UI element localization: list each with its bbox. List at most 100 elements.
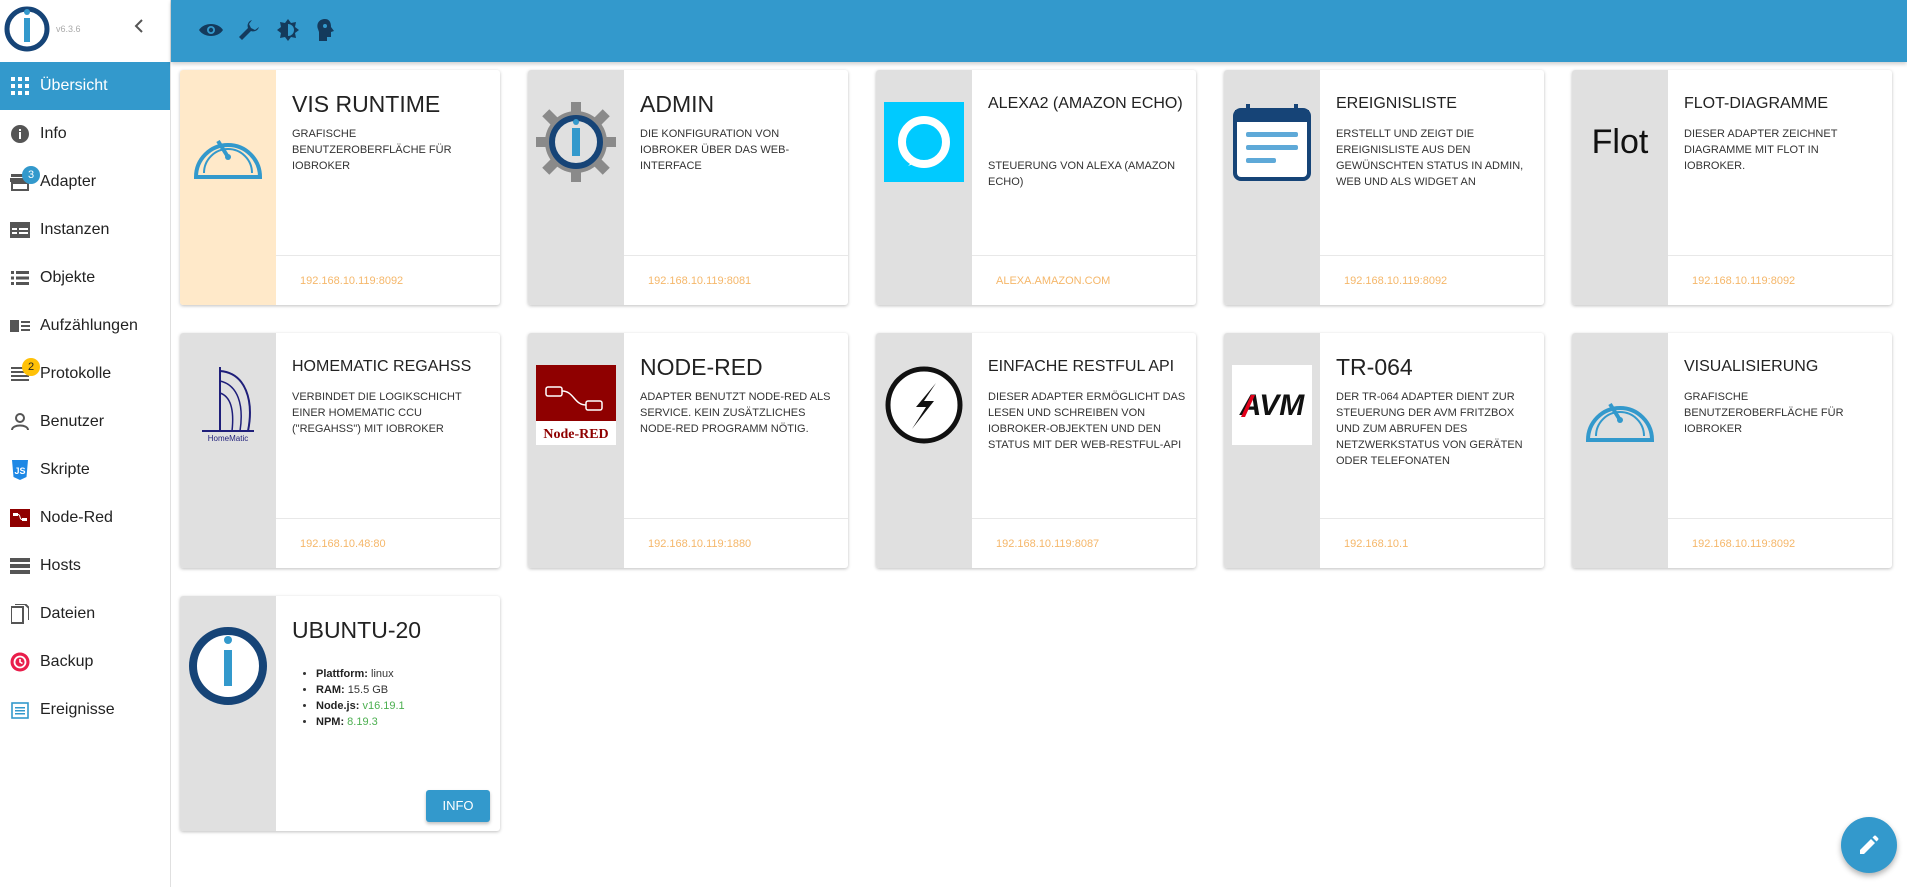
card-tr-064[interactable]: AVM TR-064 Der TR-064 Adapter dient zur … (1224, 333, 1544, 568)
calendar-icon (1232, 102, 1312, 182)
sidebar-item-hosts[interactable]: Hosts (0, 542, 170, 590)
card-icon-panel (180, 596, 276, 831)
card-link[interactable]: 192.168.10.119:8087 (996, 538, 1099, 550)
card-title: ADMIN (640, 91, 715, 117)
card-body: UBUNTU-20 Plattform: linux RAM: 15.5 GB … (276, 596, 500, 831)
gauge-icon (1580, 373, 1660, 453)
card-description: Die Konfiguration von ioBroker über das … (640, 128, 790, 172)
card-admin[interactable]: ADMIN Die Konfiguration von ioBroker übe… (528, 70, 848, 305)
node-red-logo-text: Node-RED (543, 427, 608, 442)
card-vis-runtime[interactable]: VIS RUNTIME Grafische Benutzeroberfläche… (180, 70, 500, 305)
collapse-sidebar-button[interactable] (128, 18, 150, 40)
sidebar-header: v6.3.6 (0, 0, 170, 62)
sidebar-item-info[interactable]: Info (0, 110, 170, 158)
card-icon-panel (1572, 333, 1668, 568)
grid-icon (10, 76, 30, 96)
sidebar-item-label: Adapter (40, 173, 97, 190)
host-platform: Plattform: linux (316, 666, 405, 682)
card-footer: 192.168.10.119:8092 (276, 255, 500, 305)
card-link[interactable]: 192.168.10.119:1880 (648, 538, 751, 550)
events-icon (10, 700, 30, 720)
card-visualisierung[interactable]: VISUALISIERUNG Grafische Benutzeroberflä… (1572, 333, 1892, 568)
card-link[interactable]: 192.168.10.48:80 (300, 538, 386, 550)
sidebar-item-uebersicht[interactable]: Übersicht (0, 62, 170, 110)
sidebar-item-skripte[interactable]: JS Skripte (0, 446, 170, 494)
card-link[interactable]: 192.168.10.119:8092 (1692, 538, 1795, 550)
card-icon-panel: HomeMatic (180, 333, 276, 568)
sidebar-item-dateien[interactable]: Dateien (0, 590, 170, 638)
sidebar-item-backup[interactable]: Backup (0, 638, 170, 686)
card-link[interactable]: 192.168.10.119:8092 (1344, 275, 1447, 287)
card-description: Verbindet die Logikschicht einer HomeMat… (292, 391, 462, 435)
card-title: EREIGNISLISTE (1336, 95, 1457, 112)
sidebar-item-label: Aufzählungen (40, 317, 138, 334)
card-body: TR-064 Der TR-064 Adapter dient zur Steu… (1320, 333, 1544, 568)
flot-icon: Flot (1580, 102, 1660, 182)
sidebar-item-adapter[interactable]: 3 Adapter (0, 158, 170, 206)
avm-icon: AVM (1232, 365, 1312, 445)
card-icon-panel (180, 70, 276, 305)
sidebar-item-aufzaehlungen[interactable]: Aufzählungen (0, 302, 170, 350)
sidebar-item-instanzen[interactable]: Instanzen (0, 206, 170, 254)
card-body: HOMEMATIC REGAHSS Verbindet die Logiksch… (276, 333, 500, 568)
card-link[interactable]: 192.168.10.1 (1344, 538, 1408, 550)
card-title: EINFACHE RESTFUL API (988, 358, 1175, 375)
card-description: Dieser Adapter zeichnet Diagramme mit Fl… (1684, 128, 1838, 172)
gauge-icon (188, 110, 268, 190)
host-info-list: Plattform: linux RAM: 15.5 GB Node.js: v… (316, 666, 405, 730)
card-body: ALEXA2 (AMAZON ECHO) Steuerung von Alexa… (972, 70, 1196, 305)
list-icon (10, 268, 30, 288)
info-icon (10, 124, 30, 144)
host-ram: RAM: 15.5 GB (316, 682, 405, 698)
sidebar: v6.3.6 Übersicht Info 3 Adapter Instanze… (0, 0, 171, 887)
card-body: VISUALISIERUNG Grafische Benutzeroberflä… (1668, 333, 1892, 568)
card-icon-panel (876, 333, 972, 568)
eye-icon[interactable] (198, 17, 224, 43)
card-link[interactable]: ALEXA.AMAZON.COM (996, 275, 1110, 287)
card-link[interactable]: 192.168.10.119:8092 (300, 275, 403, 287)
card-alexa2[interactable]: ALEXA2 (AMAZON ECHO) Steuerung von Alexa… (876, 70, 1196, 305)
card-icon-panel (1224, 70, 1320, 305)
host-info-button[interactable]: INFO (426, 790, 490, 822)
sidebar-item-node-red[interactable]: Node-Red (0, 494, 170, 542)
sidebar-item-protokolle[interactable]: 2 Protokolle (0, 350, 170, 398)
theme-icon[interactable] (275, 17, 301, 43)
top-toolbar (171, 0, 1907, 62)
card-title: FLOT-DIAGRAMME (1684, 95, 1829, 112)
card-title: NODE-RED (640, 354, 763, 380)
sidebar-item-benutzer[interactable]: Benutzer (0, 398, 170, 446)
files-icon (10, 604, 30, 624)
sidebar-item-label: Übersicht (40, 77, 108, 94)
card-description: Adapter benutzt node-red als service. Ke… (640, 391, 831, 435)
card-footer: 192.168.10.119:8081 (624, 255, 848, 305)
sidebar-item-ereignisse[interactable]: Ereignisse (0, 686, 170, 734)
card-ereignisliste[interactable]: EREIGNISLISTE Erstellt und zeigt die Ere… (1224, 70, 1544, 305)
sidebar-item-label: Objekte (40, 269, 96, 286)
iobroker-logo[interactable] (4, 4, 50, 54)
card-footer: 192.168.10.119:8092 (1668, 255, 1892, 305)
card-description: Steuerung von Alexa (Amazon Echo) (988, 160, 1176, 188)
card-link[interactable]: 192.168.10.119:8081 (648, 275, 751, 287)
user-icon (10, 412, 30, 432)
expert-mode-icon[interactable] (313, 17, 339, 43)
card-footer: 192.168.10.119:8087 (972, 518, 1196, 568)
wrench-icon[interactable] (236, 17, 262, 43)
card-description: Grafische Benutzeroberfläche für ioBroke… (1684, 391, 1844, 435)
card-restful-api[interactable]: EINFACHE RESTFUL API Dieser Adapter ermö… (876, 333, 1196, 568)
alexa-icon (884, 102, 964, 182)
iobroker-logo-icon (188, 626, 268, 706)
card-homematic-regahss[interactable]: HomeMatic HOMEMATIC REGAHSS Verbindet di… (180, 333, 500, 568)
card-node-red[interactable]: Node-RED NODE-RED Adapter benutzt node-r… (528, 333, 848, 568)
card-body: FLOT-DIAGRAMME Dieser Adapter zeichnet D… (1668, 70, 1892, 305)
sidebar-item-objekte[interactable]: Objekte (0, 254, 170, 302)
card-description: Erstellt und zeigt die Ereignisliste aus… (1336, 128, 1524, 188)
card-description: Dieser Adapter ermöglicht das Lesen und … (988, 391, 1186, 451)
edit-fab-button[interactable] (1841, 817, 1897, 873)
card-icon-panel (528, 70, 624, 305)
card-description: Der TR-064 Adapter dient zur Steuerung d… (1336, 391, 1523, 467)
card-flot[interactable]: Flot FLOT-DIAGRAMME Dieser Adapter zeich… (1572, 70, 1892, 305)
card-body: VIS RUNTIME Grafische Benutzeroberfläche… (276, 70, 500, 305)
card-footer: 192.168.10.119:1880 (624, 518, 848, 568)
adapter-update-badge: 3 (22, 166, 40, 184)
card-link[interactable]: 192.168.10.119:8092 (1692, 275, 1795, 287)
